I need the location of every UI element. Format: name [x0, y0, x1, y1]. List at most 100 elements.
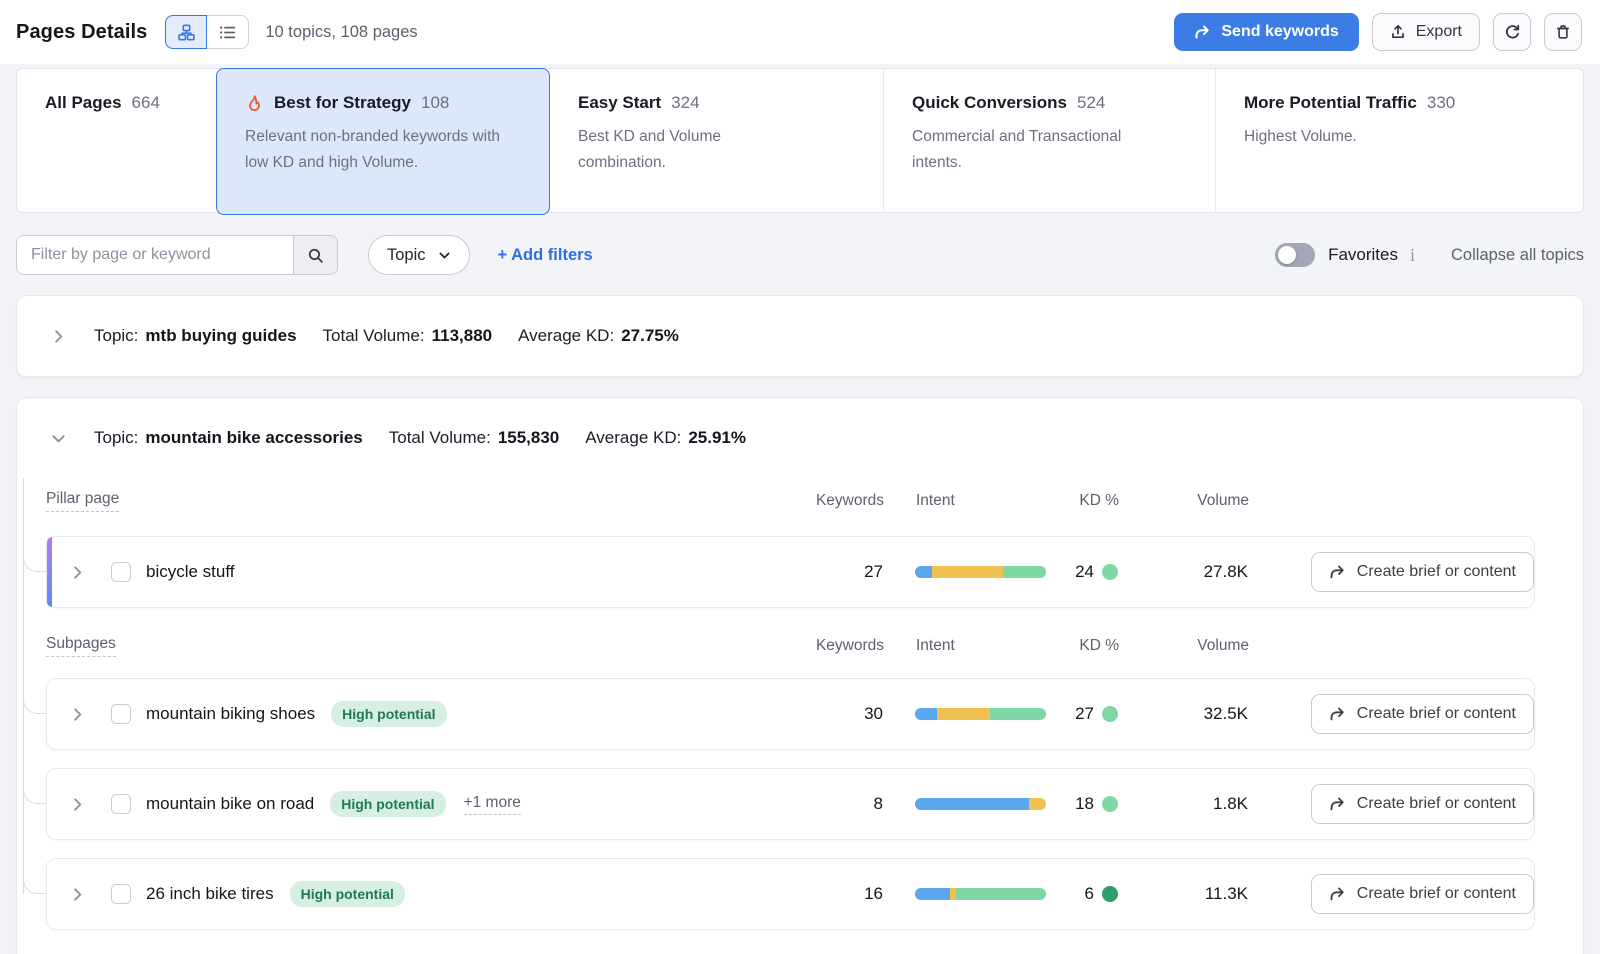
- table-row-pillar: bicycle stuff 27 24 27.8K Create brief o…: [46, 536, 1535, 608]
- tab-quick-conversions[interactable]: Quick Conversions 524 Commercial and Tra…: [884, 69, 1216, 212]
- search-submit[interactable]: [293, 236, 337, 274]
- keywords-value: 27: [783, 562, 883, 582]
- total-volume-value: 113,880: [432, 326, 493, 346]
- tab-best-for-strategy[interactable]: Best for Strategy 108 Relevant non-brand…: [216, 68, 550, 215]
- sitemap-icon: [178, 24, 195, 41]
- list-icon: [219, 24, 236, 41]
- kd-value: 6: [1085, 884, 1094, 904]
- row-checkbox[interactable]: [111, 794, 131, 814]
- topics-pages-summary: 10 topics, 108 pages: [265, 23, 417, 42]
- row-checkbox[interactable]: [111, 704, 131, 724]
- app-header: Pages Details 10 t: [0, 0, 1600, 64]
- column-volume: Volume: [1119, 637, 1249, 655]
- row-checkbox[interactable]: [111, 884, 131, 904]
- topic-header-collapsed[interactable]: Topic: mtb buying guides Total Volume: 1…: [17, 296, 1583, 376]
- topic-filter-dropdown[interactable]: Topic: [368, 235, 470, 275]
- intent-bar: [915, 888, 1046, 900]
- topic-header-expanded[interactable]: Topic: mountain bike accessories Total V…: [17, 398, 1583, 478]
- create-brief-button[interactable]: Create brief or content: [1311, 784, 1534, 824]
- tab-all-pages[interactable]: All Pages 664: [17, 69, 216, 212]
- refresh-button[interactable]: [1493, 13, 1531, 51]
- average-kd-label: Average KD:: [518, 326, 614, 346]
- page-title: Pages Details: [16, 21, 147, 44]
- tree-connector-elbow: [23, 544, 46, 572]
- search-box: [16, 235, 338, 275]
- add-filters-link[interactable]: + Add filters: [498, 246, 593, 265]
- send-arrow-icon: [1194, 24, 1211, 40]
- search-icon: [307, 247, 324, 264]
- topic-name: mtb buying guides: [145, 326, 296, 346]
- pillar-accent-bar: [47, 537, 52, 607]
- more-tags-link[interactable]: +1 more: [464, 794, 521, 815]
- refresh-icon: [1504, 24, 1521, 41]
- send-keywords-button[interactable]: Send keywords: [1174, 13, 1358, 51]
- create-brief-button[interactable]: Create brief or content: [1311, 694, 1534, 734]
- page-name: 26 inch bike tires: [146, 884, 274, 904]
- chevron-right-icon[interactable]: [70, 707, 85, 722]
- search-input[interactable]: [17, 236, 293, 274]
- send-arrow-icon: [1329, 796, 1346, 812]
- hierarchy-view-button[interactable]: [165, 15, 207, 49]
- collapse-all-topics-link[interactable]: Collapse all topics: [1451, 246, 1584, 265]
- volume-value: 11.3K: [1118, 884, 1248, 904]
- favorites-label: Favorites: [1328, 245, 1398, 265]
- pillar-page-label: Pillar page: [46, 490, 119, 512]
- high-potential-badge: High potential: [290, 881, 405, 907]
- favorites-toggle[interactable]: [1275, 243, 1315, 267]
- chevron-right-icon[interactable]: [70, 797, 85, 812]
- kd-value: 24: [1075, 562, 1094, 582]
- total-volume-value: 155,830: [498, 428, 559, 448]
- tab-more-potential-traffic[interactable]: More Potential Traffic 330 Highest Volum…: [1216, 69, 1583, 212]
- column-keywords: Keywords: [784, 637, 884, 655]
- column-kd: KD %: [1047, 637, 1119, 655]
- row-checkbox[interactable]: [111, 562, 131, 582]
- intent-bar: [915, 708, 1046, 720]
- toggle-knob: [1278, 246, 1296, 264]
- keywords-value: 8: [783, 794, 883, 814]
- chevron-right-icon[interactable]: [70, 887, 85, 902]
- column-keywords: Keywords: [784, 492, 884, 510]
- topic-table: Pillar page Keywords Intent KD % Volume …: [17, 478, 1583, 930]
- send-arrow-icon: [1329, 564, 1346, 580]
- create-brief-button[interactable]: Create brief or content: [1311, 874, 1534, 914]
- volume-value: 1.8K: [1118, 794, 1248, 814]
- view-toggle: [165, 15, 249, 49]
- column-intent: Intent: [884, 492, 1047, 510]
- list-view-button[interactable]: [207, 15, 249, 49]
- strategy-tabs: All Pages 664 Best for Strategy 108 Rele…: [16, 68, 1584, 213]
- filter-bar-right: Favorites i Collapse all topics: [1275, 243, 1584, 267]
- average-kd-value: 25.91%: [688, 428, 746, 448]
- chevron-right-icon[interactable]: [51, 329, 66, 344]
- kd-value: 27: [1075, 704, 1094, 724]
- flame-icon: [245, 94, 264, 113]
- kd-dot: [1102, 886, 1118, 902]
- keywords-value: 30: [783, 704, 883, 724]
- tree-connector-elbow: [23, 776, 46, 804]
- export-icon: [1390, 24, 1406, 40]
- delete-button[interactable]: [1544, 13, 1582, 51]
- page-name: mountain biking shoes: [146, 704, 315, 724]
- tree-connector-elbow: [23, 686, 46, 714]
- pillar-header-row: Pillar page Keywords Intent KD % Volume: [46, 478, 1535, 523]
- topic-prefix: Topic:: [94, 428, 138, 448]
- chevron-down-icon[interactable]: [51, 431, 66, 446]
- topic-prefix: Topic:: [94, 326, 138, 346]
- kd-dot: [1102, 796, 1118, 812]
- tab-easy-start[interactable]: Easy Start 324 Best KD and Volume combin…: [550, 69, 884, 212]
- kd-dot: [1102, 564, 1118, 580]
- table-row-subpage: mountain bike on road High potential +1 …: [46, 768, 1535, 840]
- keywords-value: 16: [783, 884, 883, 904]
- export-button[interactable]: Export: [1372, 13, 1480, 51]
- trash-icon: [1555, 24, 1571, 40]
- create-brief-button[interactable]: Create brief or content: [1311, 552, 1534, 592]
- high-potential-badge: High potential: [330, 791, 445, 817]
- total-volume-label: Total Volume:: [323, 326, 425, 346]
- kd-value: 18: [1075, 794, 1094, 814]
- info-icon[interactable]: i: [1410, 245, 1415, 266]
- chevron-right-icon[interactable]: [70, 565, 85, 580]
- high-potential-badge: High potential: [331, 701, 446, 727]
- header-actions: Send keywords Export: [1174, 13, 1582, 51]
- topic-card-mtb-buying-guides: Topic: mtb buying guides Total Volume: 1…: [16, 295, 1584, 377]
- average-kd-value: 27.75%: [621, 326, 679, 346]
- filter-bar: Topic + Add filters Favorites i Collapse…: [16, 235, 1584, 275]
